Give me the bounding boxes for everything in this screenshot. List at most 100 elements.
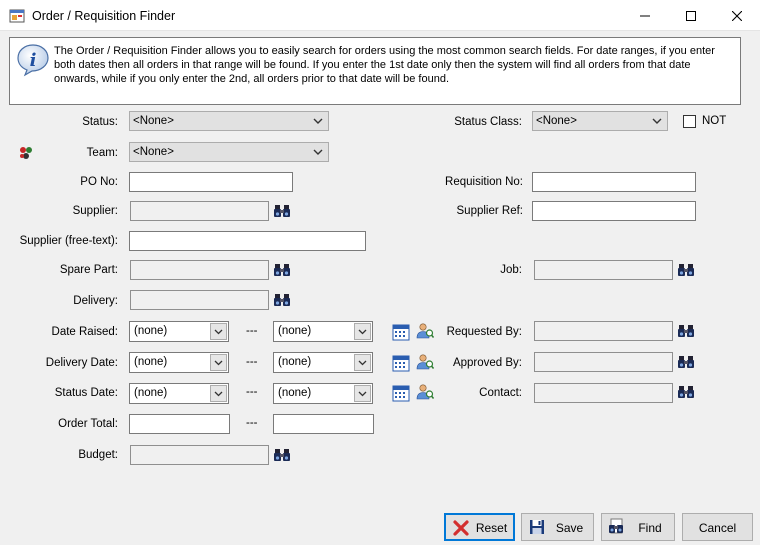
delivery-date-label: Delivery Date: <box>45 357 118 369</box>
cancel-label: Cancel <box>698 521 737 535</box>
requisition-no-input[interactable] <box>532 172 696 192</box>
not-label: NOT <box>702 115 727 127</box>
status-class-value: <None> <box>536 115 577 127</box>
supplier-input[interactable] <box>130 201 269 221</box>
status-date-to-value: (none) <box>278 387 312 399</box>
contact-input[interactable] <box>534 383 673 403</box>
binoculars-icon[interactable] <box>677 353 695 371</box>
delivery-date-from-select[interactable]: (none) <box>129 352 229 373</box>
dropdown-button[interactable] <box>210 385 227 402</box>
reset-label: Reset <box>475 521 508 535</box>
dropdown-button[interactable] <box>210 323 227 340</box>
svg-text:i: i <box>30 50 37 71</box>
binoculars-icon[interactable] <box>273 291 291 309</box>
requested-by-label: Requested By: <box>446 326 522 338</box>
team-label: Team: <box>86 147 118 159</box>
order-total-from-input[interactable] <box>129 414 230 434</box>
spare-part-input[interactable] <box>130 260 269 280</box>
status-date-to-select[interactable]: (none) <box>273 383 373 404</box>
chevron-down-icon <box>214 329 223 335</box>
find-button[interactable]: Find <box>601 513 675 541</box>
maximize-button[interactable] <box>668 0 714 31</box>
dropdown-button[interactable] <box>354 354 371 371</box>
requested-by-input[interactable] <box>534 321 673 341</box>
cancel-button[interactable]: Cancel <box>682 513 753 541</box>
info-panel: i The Order / Requisition Finder allows … <box>9 37 741 105</box>
binoculars-icon[interactable] <box>273 261 291 279</box>
minimize-icon <box>640 15 650 16</box>
window-title: Order / Requisition Finder <box>32 9 176 23</box>
contact-label: Contact: <box>479 387 522 399</box>
user-select-icon[interactable] <box>416 353 434 371</box>
team-group-icon[interactable] <box>18 145 34 161</box>
chevron-down-icon <box>358 360 367 366</box>
approved-by-label: Approved By: <box>452 357 522 369</box>
delivery-date-to-select[interactable]: (none) <box>273 352 373 373</box>
range-separator: --- <box>246 386 258 398</box>
binoculars-icon[interactable] <box>677 322 695 340</box>
chevron-down-icon <box>358 329 367 335</box>
not-checkbox[interactable] <box>683 115 696 128</box>
status-date-from-select[interactable]: (none) <box>129 383 229 404</box>
date-raised-to-value: (none) <box>278 325 312 337</box>
date-raised-to-select[interactable]: (none) <box>273 321 373 342</box>
range-separator: --- <box>246 417 258 429</box>
requisition-no-label: Requisition No: <box>445 176 523 188</box>
status-value: <None> <box>133 115 174 127</box>
date-raised-from-value: (none) <box>134 325 168 337</box>
binoculars-icon[interactable] <box>273 202 291 220</box>
title-bar: Order / Requisition Finder <box>0 0 760 31</box>
chevron-down-icon <box>358 391 367 397</box>
reset-button[interactable]: Reset <box>444 513 515 541</box>
job-label: Job: <box>500 264 522 276</box>
delivery-input[interactable] <box>130 290 269 310</box>
calendar-icon[interactable] <box>392 384 410 402</box>
chevron-down-icon <box>214 391 223 397</box>
date-raised-label: Date Raised: <box>51 326 118 338</box>
binoculars-icon[interactable] <box>273 446 291 464</box>
delivery-date-to-value: (none) <box>278 356 312 368</box>
supplier-free-text-input[interactable] <box>129 231 366 251</box>
chevron-down-icon <box>652 118 662 124</box>
status-class-select[interactable]: <None> <box>532 111 668 131</box>
binoculars-icon[interactable] <box>677 383 695 401</box>
delivery-date-from-value: (none) <box>134 356 168 368</box>
approved-by-input[interactable] <box>534 352 673 372</box>
close-button[interactable] <box>714 0 760 31</box>
info-text: The Order / Requisition Finder allows yo… <box>54 45 715 85</box>
chevron-down-icon <box>313 118 323 124</box>
budget-input[interactable] <box>130 445 269 465</box>
range-separator: --- <box>246 356 258 368</box>
user-select-icon[interactable] <box>416 322 434 340</box>
team-select[interactable]: <None> <box>129 142 329 162</box>
dropdown-button[interactable] <box>354 385 371 402</box>
dropdown-button[interactable] <box>210 354 227 371</box>
minimize-button[interactable] <box>622 0 668 31</box>
info-icon: i <box>17 44 49 77</box>
job-input[interactable] <box>534 260 673 280</box>
date-raised-from-select[interactable]: (none) <box>129 321 229 342</box>
supplier-label: Supplier: <box>72 205 118 217</box>
order-total-to-input[interactable] <box>273 414 374 434</box>
status-select[interactable]: <None> <box>129 111 329 131</box>
spare-part-label: Spare Part: <box>59 264 118 276</box>
calendar-icon[interactable] <box>392 323 410 341</box>
supplier-ref-label: Supplier Ref: <box>456 205 523 217</box>
calendar-icon[interactable] <box>392 354 410 372</box>
po-no-label: PO No: <box>80 176 118 188</box>
delivery-label: Delivery: <box>73 295 118 307</box>
budget-label: Budget: <box>78 449 118 461</box>
supplier-free-text-label: Supplier (free-text): <box>19 235 118 247</box>
po-no-input[interactable] <box>129 172 293 192</box>
range-separator: --- <box>246 325 258 337</box>
binoculars-icon[interactable] <box>677 261 695 279</box>
user-select-icon[interactable] <box>416 383 434 401</box>
status-date-from-value: (none) <box>134 387 168 399</box>
dropdown-button[interactable] <box>354 323 371 340</box>
maximize-icon <box>686 10 696 21</box>
save-button[interactable]: Save <box>521 513 594 541</box>
supplier-ref-input[interactable] <box>532 201 696 221</box>
team-value: <None> <box>133 146 174 158</box>
app-window-icon <box>9 9 25 23</box>
chevron-down-icon <box>214 360 223 366</box>
